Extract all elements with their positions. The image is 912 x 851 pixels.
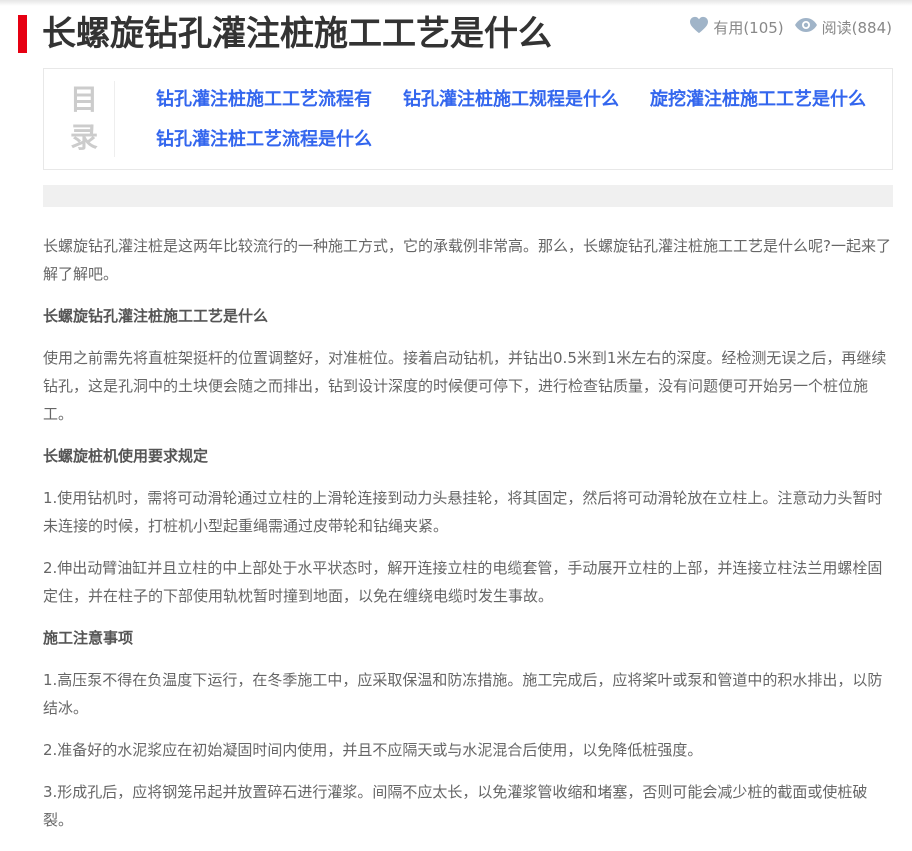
section-heading: 长螺旋桩机使用要求规定: [43, 447, 209, 465]
toc-label-line1: 目: [69, 83, 98, 116]
useful-button[interactable]: 有用(105): [689, 16, 784, 38]
paragraph: 1.高压泵不得在负温度下运行，在冬季施工中，应采取保温和防冻措施。施工完成后，应…: [43, 671, 883, 717]
toc-link[interactable]: 钻孔灌注桩施工规程是什么: [403, 87, 619, 113]
toc-link[interactable]: 钻孔灌注桩施工工艺流程有: [156, 87, 372, 113]
ad-placeholder-band: [43, 185, 893, 207]
toc-divider: [114, 81, 115, 157]
intro-paragraph: 长螺旋钻孔灌注桩是这两年比较流行的一种施工方式，它的承载例非常高。那么，长螺旋钻…: [43, 237, 891, 283]
toc-link[interactable]: 钻孔灌注桩工艺流程是什么: [156, 127, 372, 153]
toc-label-line2: 录: [69, 121, 98, 154]
toc-label: 目 录: [54, 81, 114, 157]
toc-link[interactable]: 旋挖灌注桩施工工艺是什么: [650, 87, 866, 113]
section-heading: 长螺旋钻孔灌注桩施工工艺是什么: [43, 307, 269, 325]
read-count-item: 阅读(884): [794, 17, 892, 38]
title-accent-bar: [18, 15, 27, 53]
article-meta: 有用(105) 阅读(884): [679, 16, 892, 38]
section-heading: 施工注意事项: [43, 629, 134, 647]
paragraph: 3.形成孔后，应将钢笼吊起并放置碎石进行灌浆。间隔不应太长，以免灌浆管收缩和堵塞…: [43, 783, 868, 829]
table-of-contents: 目 录 钻孔灌注桩施工工艺流程有 钻孔灌注桩施工规程是什么 旋挖灌注桩施工工艺是…: [43, 68, 893, 170]
useful-count: 有用(105): [713, 18, 784, 37]
paragraph: 使用之前需先将直桩架挺杆的位置调整好，对准桩位。接着启动钻机，并钻出0.5米到1…: [43, 349, 887, 423]
page-title: 长螺旋钻孔灌注桩施工工艺是什么: [42, 14, 552, 54]
paragraph: 1.使用钻机时，需将可动滑轮通过立柱的上滑轮连接到动力头悬挂轮，将其固定，然后将…: [43, 489, 883, 535]
eye-icon: [794, 17, 822, 37]
heart-icon: [689, 16, 713, 38]
top-shadow: [0, 0, 912, 6]
read-count: 阅读(884): [821, 18, 892, 37]
paragraph: 2.准备好的水泥浆应在初始凝固时间内使用，并且不应隔天或与水泥混合后使用，以免降…: [43, 741, 703, 759]
paragraph: 2.伸出动臂油缸并且立柱的中上部处于水平状态时，解开连接立柱的电缆套管，手动展开…: [43, 559, 883, 605]
article-body: 长螺旋钻孔灌注桩是这两年比较流行的一种施工方式，它的承载例非常高。那么，长螺旋钻…: [43, 232, 895, 848]
